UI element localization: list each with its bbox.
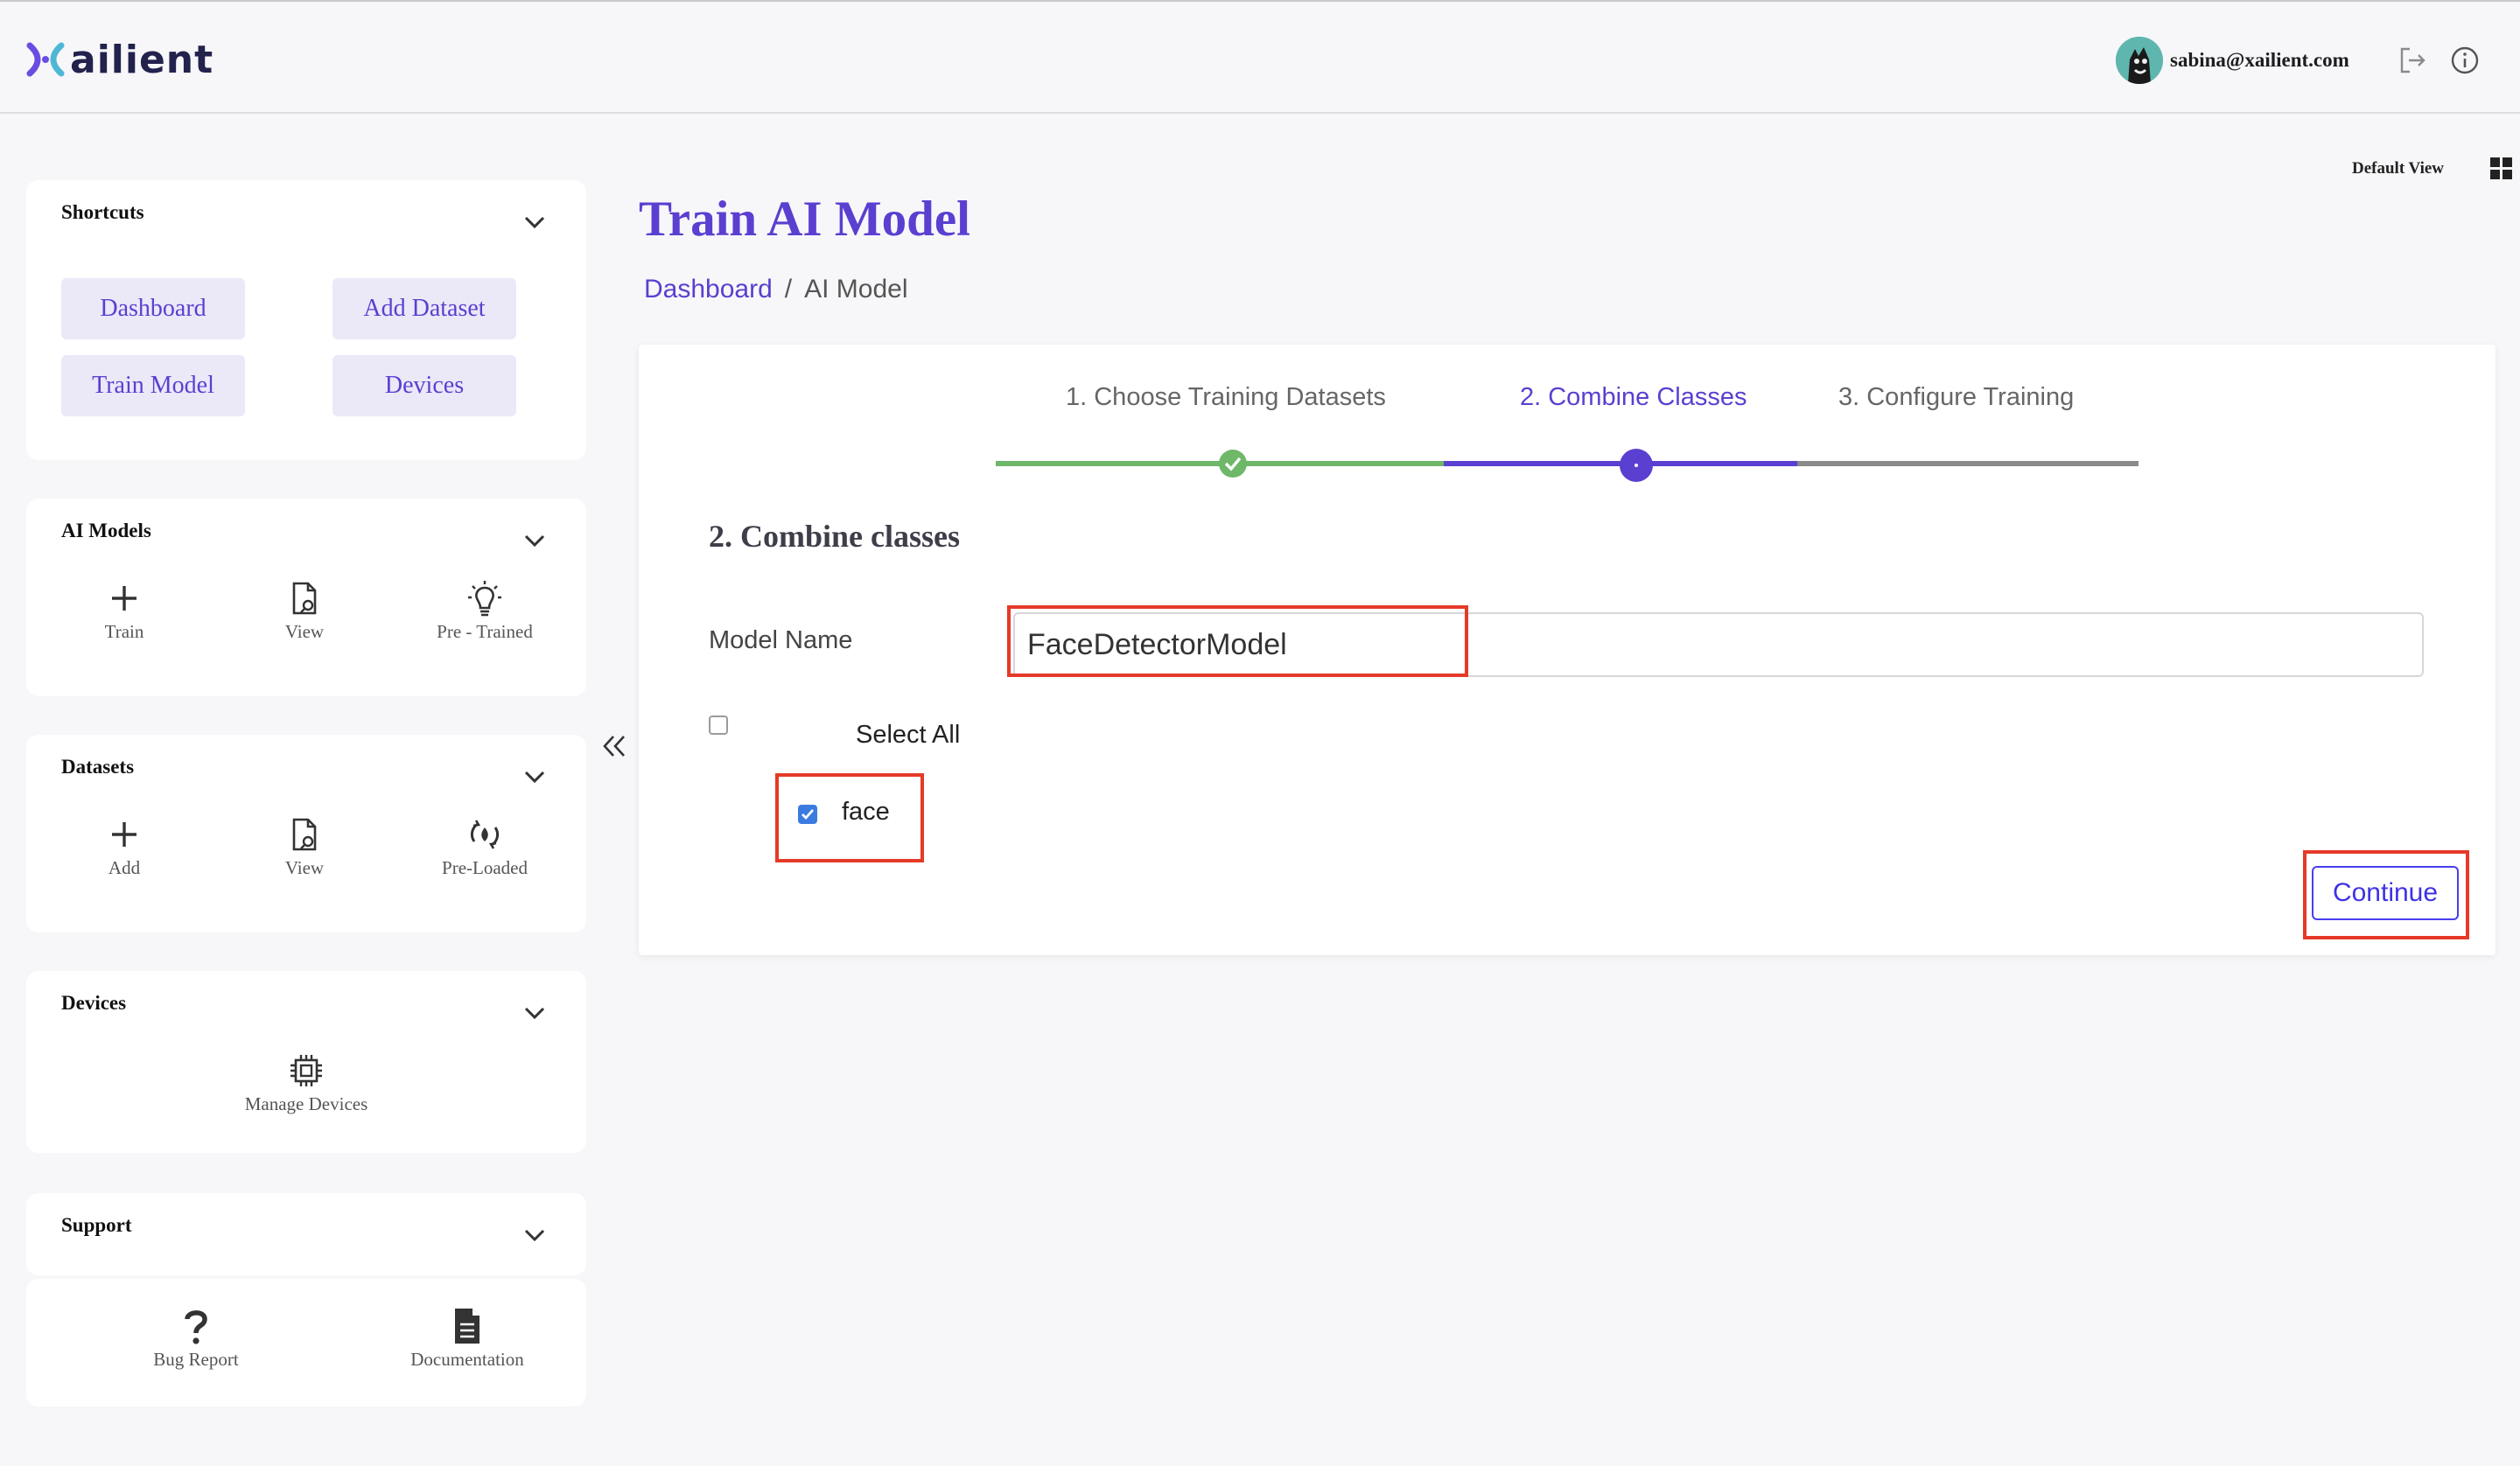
documentation-tool[interactable]: Documentation: [388, 1307, 546, 1371]
file-view-icon: [292, 818, 317, 851]
dataset-preloaded-tool[interactable]: Pre-Loaded: [406, 815, 564, 879]
datasets-title: Datasets: [61, 756, 135, 778]
info-icon[interactable]: [2448, 44, 2482, 77]
highlight-continue: [2303, 850, 2469, 939]
tool-label: View: [284, 621, 325, 642]
highlight-face-class: [775, 773, 924, 862]
tool-label: Bug Report: [153, 1349, 239, 1370]
tool-label: Add: [108, 857, 141, 878]
top-bar: ailient sabina@xailient.com: [0, 0, 2520, 114]
plus-icon: [112, 822, 136, 847]
tool-label: Pre - Trained: [437, 621, 533, 642]
user-menu[interactable]: sabina@xailient.com: [2116, 37, 2349, 84]
support-title: Support: [61, 1214, 132, 1236]
chevron-down-icon[interactable]: [523, 1228, 546, 1242]
collapse-sidebar-icon[interactable]: [600, 733, 628, 759]
avatar[interactable]: [2116, 37, 2163, 84]
shortcut-devices-button[interactable]: Devices: [332, 355, 516, 416]
breadcrumb: Dashboard / AI Model: [644, 275, 908, 304]
tool-label: Train: [104, 621, 144, 642]
select-all-label: Select All: [856, 721, 961, 749]
ai-model-train-tool[interactable]: Train: [46, 579, 203, 643]
logo-text: ailient: [70, 37, 214, 82]
step-2-label[interactable]: 2. Combine Classes: [1520, 383, 1747, 412]
chevron-down-icon[interactable]: [523, 1006, 546, 1020]
ai-models-title: AI Models: [61, 520, 151, 541]
section-title: 2. Combine classes: [709, 519, 960, 554]
file-view-icon: [292, 582, 317, 615]
preloaded-icon: [470, 820, 500, 849]
select-all-checkbox[interactable]: [709, 716, 728, 735]
bug-report-tool[interactable]: Bug Report: [117, 1307, 275, 1371]
tool-label: View: [284, 857, 325, 878]
logout-icon[interactable]: [2396, 44, 2429, 77]
plus-icon: [112, 586, 136, 611]
shortcut-dashboard-button[interactable]: Dashboard: [61, 278, 245, 339]
document-icon: [455, 1309, 480, 1344]
user-email: sabina@xailient.com: [2170, 49, 2349, 71]
manage-devices-tool[interactable]: Manage Devices: [228, 1051, 385, 1115]
chip-icon: [290, 1055, 322, 1086]
step-complete-check-icon: [1219, 450, 1247, 478]
chevron-down-icon[interactable]: [523, 215, 546, 229]
app-logo[interactable]: ailient: [26, 35, 214, 84]
step-1-label[interactable]: 1. Choose Training Datasets: [1066, 383, 1386, 412]
breadcrumb-dashboard-link[interactable]: Dashboard: [644, 275, 773, 304]
tool-label: Pre-Loaded: [442, 857, 528, 878]
ai-model-pretrained-tool[interactable]: Pre - Trained: [406, 579, 564, 643]
step-3-label[interactable]: 3. Configure Training: [1838, 383, 2074, 412]
datasets-card: Datasets Add View Pre-Loaded: [26, 735, 586, 932]
default-view-label[interactable]: Default View: [2352, 159, 2444, 178]
xailient-logo-icon: [26, 42, 65, 77]
grid-view-icon[interactable]: [2490, 157, 2513, 180]
chevron-down-icon[interactable]: [523, 770, 546, 784]
shortcuts-title: Shortcuts: [61, 201, 144, 223]
lightbulb-icon: [468, 581, 501, 617]
breadcrumb-separator: /: [784, 275, 793, 304]
chevron-down-icon[interactable]: [523, 534, 546, 548]
shortcut-train-model-button[interactable]: Train Model: [61, 355, 245, 416]
breadcrumb-current: AI Model: [804, 275, 908, 304]
shortcut-add-dataset-button[interactable]: Add Dataset: [332, 278, 516, 339]
avatar-image: [2116, 37, 2163, 84]
ai-models-card: AI Models Train View Pre - Trained: [26, 499, 586, 696]
tool-label: Manage Devices: [244, 1093, 368, 1114]
devices-card: Devices Manage Devices: [26, 971, 586, 1153]
tool-label: Documentation: [410, 1349, 524, 1370]
model-name-label: Model Name: [709, 626, 853, 654]
support-card: Support: [26, 1193, 586, 1275]
step-active-indicator-icon: [1620, 449, 1653, 482]
ai-model-view-tool[interactable]: View: [226, 579, 383, 643]
support-items-card: Bug Report Documentation: [26, 1279, 586, 1407]
highlight-model-name: [1007, 605, 1468, 677]
step-3-progress-bar: [1797, 461, 2138, 466]
dataset-add-tool[interactable]: Add: [46, 815, 203, 879]
question-icon: [185, 1310, 207, 1344]
dataset-view-tool[interactable]: View: [226, 815, 383, 879]
devices-title: Devices: [61, 992, 127, 1014]
page-title: Train AI Model: [639, 192, 970, 247]
shortcuts-card: Shortcuts Dashboard Add Dataset Train Mo…: [26, 180, 586, 460]
